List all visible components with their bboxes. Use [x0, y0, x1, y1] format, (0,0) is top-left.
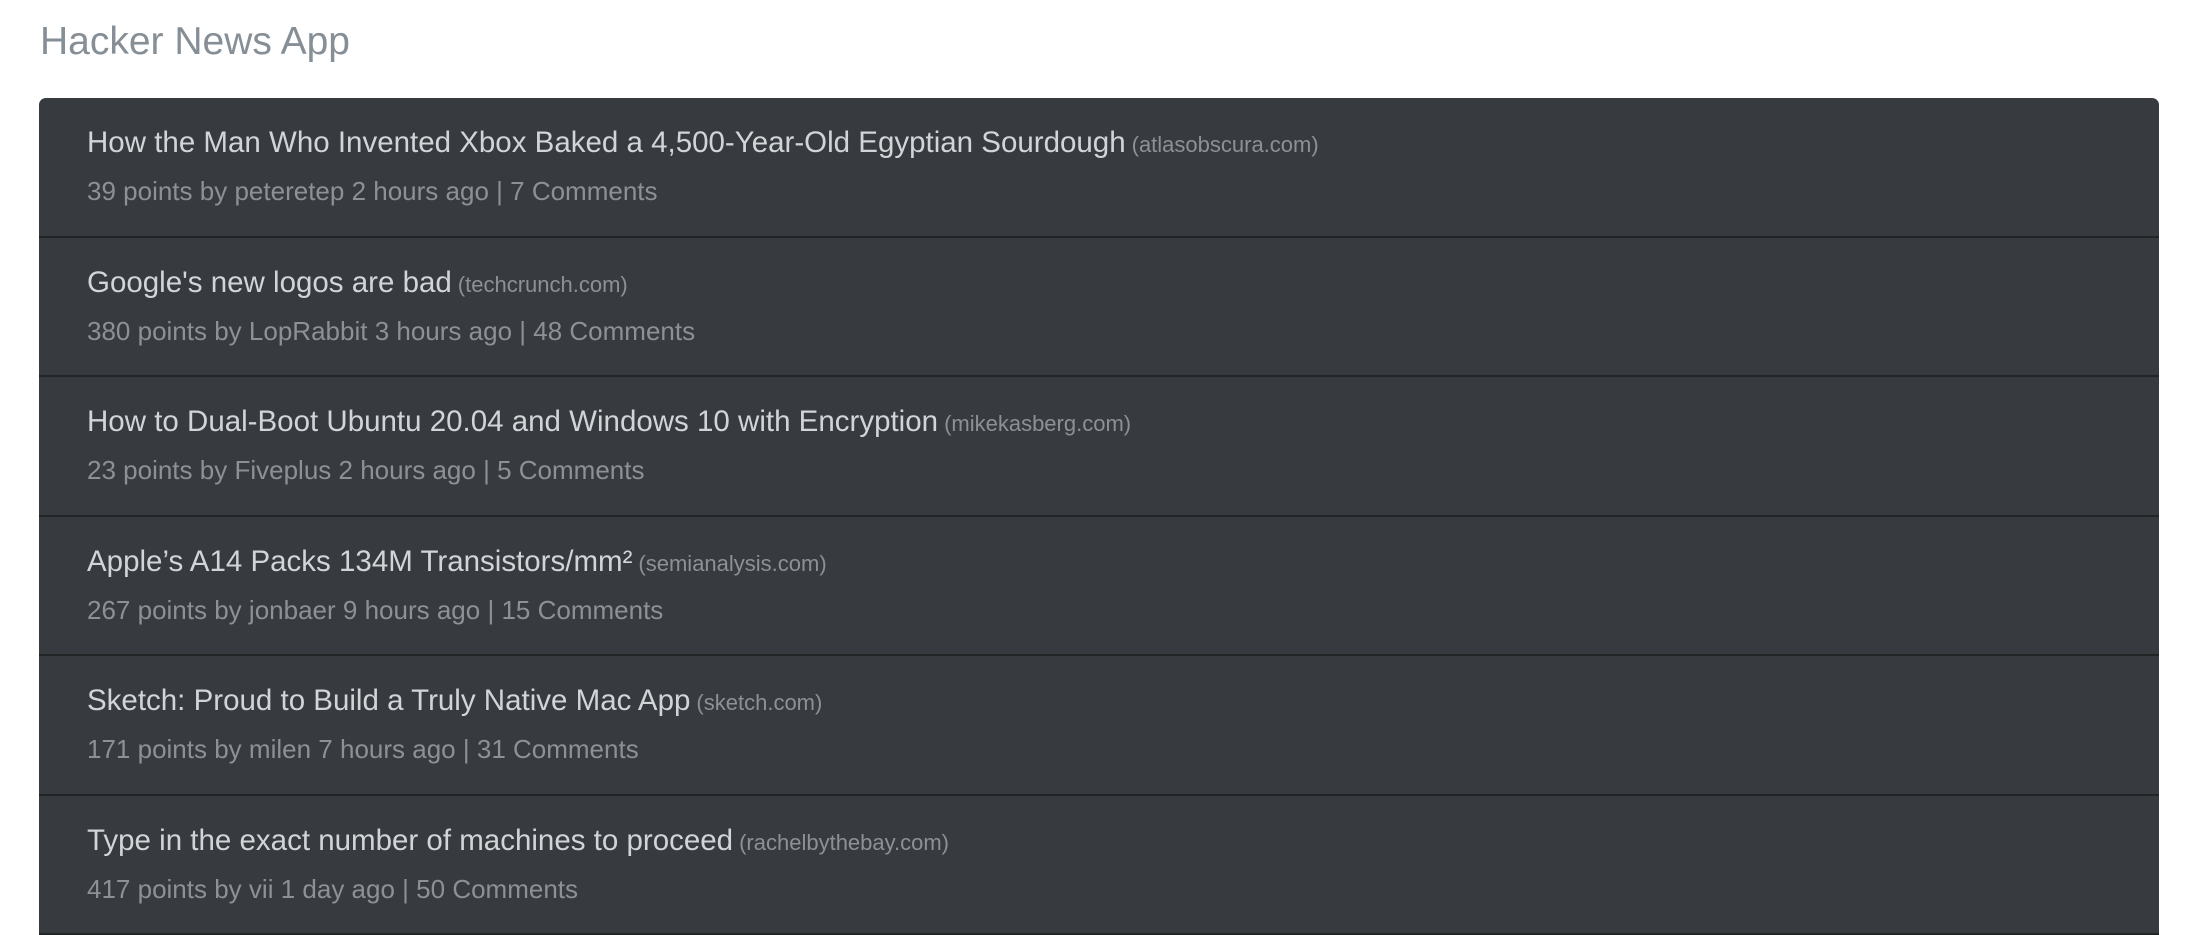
story-domain: (rachelbythebay.com) [739, 830, 949, 855]
story-title-link[interactable]: Apple’s A14 Packs 134M Transistors/mm² [87, 545, 632, 578]
story-domain: (mikekasberg.com) [944, 411, 1131, 436]
meta-separator: | [496, 176, 503, 206]
story-by-label: by [214, 316, 241, 346]
meta-separator: | [487, 595, 494, 625]
story-meta: 267 points by jonbaer 9 hours ago | 15 C… [87, 593, 663, 627]
story-author[interactable]: jonbaer [249, 595, 336, 625]
story-title-link[interactable]: Sketch: Proud to Build a Truly Native Ma… [87, 684, 690, 717]
story-title-link[interactable]: Google's new logos are bad [87, 266, 452, 299]
story-author[interactable]: milen [249, 734, 311, 764]
story-by-label: by [200, 455, 227, 485]
story-by-label: by [200, 176, 227, 206]
story-points: 417 points [87, 874, 207, 904]
story-age: 2 hours ago [352, 176, 489, 206]
story-item[interactable]: Apple’s A14 Packs 134M Transistors/mm²(s… [39, 517, 2159, 657]
story-domain: (sketch.com) [696, 690, 822, 715]
story-age: 7 hours ago [318, 734, 455, 764]
story-title-link[interactable]: Type in the exact number of machines to … [87, 824, 733, 857]
story-comments-link[interactable]: 48 Comments [533, 316, 695, 346]
story-domain: (techcrunch.com) [458, 272, 628, 297]
story-item[interactable]: How the Man Who Invented Xbox Baked a 4,… [39, 98, 2159, 238]
story-title-link[interactable]: How the Man Who Invented Xbox Baked a 4,… [87, 126, 1126, 159]
story-points: 380 points [87, 316, 207, 346]
story-by-label: by [214, 734, 241, 764]
story-comments-link[interactable]: 31 Comments [477, 734, 639, 764]
story-age: 2 hours ago [339, 455, 476, 485]
story-title-link[interactable]: How to Dual-Boot Ubuntu 20.04 and Window… [87, 405, 938, 438]
story-title-line: Apple’s A14 Packs 134M Transistors/mm²(s… [87, 544, 827, 585]
story-meta: 23 points by Fiveplus 2 hours ago | 5 Co… [87, 453, 644, 487]
story-item[interactable]: Type in the exact number of machines to … [39, 796, 2159, 935]
story-comments-link[interactable]: 50 Comments [416, 874, 578, 904]
story-by-label: by [214, 595, 241, 625]
story-item[interactable]: Google's new logos are bad(techcrunch.co… [39, 238, 2159, 378]
meta-separator: | [519, 316, 526, 346]
story-comments-link[interactable]: 15 Comments [501, 595, 663, 625]
story-title-line: How to Dual-Boot Ubuntu 20.04 and Window… [87, 404, 1131, 445]
story-domain: (semianalysis.com) [638, 551, 826, 576]
meta-separator: | [402, 874, 409, 904]
story-meta: 417 points by vii 1 day ago | 50 Comment… [87, 872, 578, 906]
story-author[interactable]: LopRabbit [249, 316, 368, 346]
story-age: 9 hours ago [343, 595, 480, 625]
story-comments-link[interactable]: 7 Comments [510, 176, 657, 206]
story-by-label: by [214, 874, 241, 904]
story-item[interactable]: Sketch: Proud to Build a Truly Native Ma… [39, 656, 2159, 796]
story-list: How the Man Who Invented Xbox Baked a 4,… [39, 98, 2159, 935]
story-author[interactable]: vii [249, 874, 274, 904]
story-age: 3 hours ago [375, 316, 512, 346]
story-points: 171 points [87, 734, 207, 764]
story-meta: 171 points by milen 7 hours ago | 31 Com… [87, 732, 639, 766]
story-points: 267 points [87, 595, 207, 625]
story-title-line: Sketch: Proud to Build a Truly Native Ma… [87, 683, 822, 724]
meta-separator: | [463, 734, 470, 764]
story-points: 23 points [87, 455, 193, 485]
story-meta: 380 points by LopRabbit 3 hours ago | 48… [87, 314, 695, 348]
story-points: 39 points [87, 176, 193, 206]
story-title-line: Google's new logos are bad(techcrunch.co… [87, 265, 628, 306]
story-domain: (atlasobscura.com) [1132, 132, 1319, 157]
page-title: Hacker News App [40, 16, 350, 68]
story-item[interactable]: How to Dual-Boot Ubuntu 20.04 and Window… [39, 377, 2159, 517]
story-comments-link[interactable]: 5 Comments [497, 455, 644, 485]
story-title-line: Type in the exact number of machines to … [87, 823, 949, 864]
meta-separator: | [483, 455, 490, 485]
story-title-line: How the Man Who Invented Xbox Baked a 4,… [87, 125, 1319, 166]
story-author[interactable]: peteretep [234, 176, 344, 206]
story-age: 1 day ago [281, 874, 395, 904]
story-author[interactable]: Fiveplus [234, 455, 331, 485]
story-meta: 39 points by peteretep 2 hours ago | 7 C… [87, 174, 658, 208]
